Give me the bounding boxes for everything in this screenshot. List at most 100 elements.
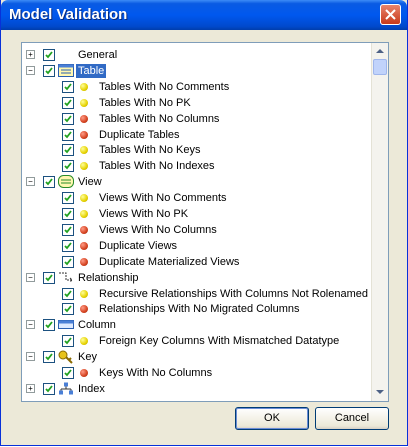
tree-group-general[interactable]: + General	[22, 47, 370, 63]
expand-icon[interactable]: +	[26, 50, 35, 59]
group-label[interactable]: View	[78, 175, 102, 189]
rule-checkbox[interactable]	[62, 223, 74, 236]
rule-checkbox[interactable]	[62, 208, 74, 220]
error-severity-icon	[80, 369, 88, 377]
rule-checkbox[interactable]	[62, 192, 74, 205]
rule-label: Views With No Columns	[99, 223, 217, 236]
tree-item[interactable]: Views With No Comments	[22, 190, 370, 206]
tree-item[interactable]: Foreign Key Columns With Mismatched Data…	[22, 333, 370, 349]
rule-label: Duplicate Tables	[99, 128, 180, 141]
ok-button[interactable]: OK	[235, 407, 309, 430]
warning-severity-icon	[80, 82, 88, 91]
error-severity-icon	[80, 225, 88, 234]
tree-group-table[interactable]: − Table	[22, 63, 370, 79]
tree-item[interactable]: Recursive Relationships With Columns Not…	[22, 286, 370, 302]
dialog-title: Model Validation	[9, 6, 128, 23]
expand-icon[interactable]: +	[26, 383, 35, 393]
warning-severity-icon	[80, 289, 88, 298]
tree-group-view[interactable]: − View	[22, 174, 370, 190]
relationship-icon	[58, 271, 74, 284]
rule-checkbox[interactable]	[62, 144, 74, 157]
tree-item[interactable]: Views With No PK	[22, 206, 370, 222]
close-button[interactable]	[380, 4, 401, 25]
error-severity-icon	[80, 114, 88, 123]
group-checkbox[interactable]	[43, 271, 55, 284]
tree-item[interactable]: Tables With No Keys	[22, 142, 370, 158]
tree-item[interactable]: Tables With No PK	[22, 95, 370, 111]
group-checkbox[interactable]	[43, 176, 55, 189]
tree-group-key[interactable]: − Key	[22, 349, 370, 365]
rule-label: Tables With No Columns	[99, 112, 220, 125]
tree-group-relationship[interactable]: − Relationship	[22, 270, 370, 286]
group-checkbox[interactable]	[43, 319, 55, 332]
validation-tree[interactable]: + General − Table Tables With No Comments Tab…	[21, 42, 389, 402]
collapse-icon[interactable]: −	[26, 65, 35, 75]
group-label[interactable]: Column	[78, 318, 116, 332]
rule-checkbox[interactable]	[62, 239, 74, 252]
rule-label: Duplicate Materialized Views	[99, 255, 240, 268]
column-icon	[58, 318, 74, 331]
rule-checkbox[interactable]	[62, 255, 74, 268]
rule-checkbox[interactable]	[62, 80, 74, 93]
group-label[interactable]: Index	[78, 382, 105, 396]
error-severity-icon	[80, 130, 88, 139]
error-severity-icon	[80, 241, 88, 250]
tree-item[interactable]: Relationships With No Migrated Columns	[22, 301, 370, 317]
rule-checkbox[interactable]	[62, 287, 74, 300]
none-icon	[58, 48, 74, 61]
rule-label: Recursive Relationships With Columns Not…	[99, 287, 369, 300]
rule-checkbox[interactable]	[62, 335, 74, 348]
collapse-icon[interactable]: −	[26, 352, 35, 362]
collapse-icon[interactable]: −	[26, 320, 35, 330]
vertical-scrollbar[interactable]	[371, 43, 388, 401]
title-bar: Model Validation	[1, 0, 407, 30]
tree-item[interactable]: Duplicate Views	[22, 238, 370, 254]
collapse-icon[interactable]: −	[26, 272, 35, 282]
rule-checkbox[interactable]	[62, 303, 74, 316]
rule-checkbox[interactable]	[62, 96, 74, 109]
group-label[interactable]: Table	[76, 63, 107, 78]
key-icon	[58, 350, 74, 364]
rule-label: Duplicate Views	[99, 239, 178, 252]
rule-label: Keys With No Columns	[99, 367, 213, 379]
table-icon	[58, 63, 74, 77]
cancel-button[interactable]: Cancel	[315, 407, 389, 430]
rule-checkbox[interactable]	[62, 367, 74, 379]
group-label[interactable]: Relationship	[78, 271, 139, 285]
group-checkbox[interactable]	[43, 351, 55, 364]
tree-item[interactable]: Tables With No Comments	[22, 79, 370, 95]
rule-checkbox[interactable]	[62, 160, 74, 173]
scroll-up-icon[interactable]	[374, 45, 386, 57]
tree-group-column[interactable]: − Column	[22, 317, 370, 333]
tree-item[interactable]: Duplicate Tables	[22, 127, 370, 143]
group-checkbox[interactable]	[43, 64, 55, 77]
tree-group-index[interactable]: + Index	[22, 381, 370, 397]
scroll-thumb[interactable]	[373, 59, 387, 75]
tree-item[interactable]: Views With No Columns	[22, 222, 370, 238]
group-checkbox[interactable]	[43, 49, 55, 61]
warning-severity-icon	[80, 98, 88, 107]
tree-item[interactable]: Keys With No Columns	[22, 365, 370, 381]
rule-label: Tables With No Indexes	[99, 160, 215, 173]
scroll-down-icon[interactable]	[374, 386, 386, 398]
model-validation-dialog: Model Validation + General − Table Tables Wi…	[0, 0, 408, 446]
close-icon	[385, 9, 396, 20]
rule-checkbox[interactable]	[62, 112, 74, 125]
rule-checkbox[interactable]	[62, 128, 74, 141]
rule-label: Tables With No PK	[99, 96, 191, 109]
group-label[interactable]: General	[78, 48, 117, 62]
error-severity-icon	[80, 257, 88, 266]
group-label[interactable]: Key	[78, 350, 97, 364]
warning-severity-icon	[80, 337, 88, 346]
tree-item[interactable]: Tables With No Columns	[22, 111, 370, 127]
collapse-icon[interactable]: −	[26, 177, 35, 187]
error-severity-icon	[80, 305, 88, 314]
tree-item[interactable]: Duplicate Materialized Views	[22, 254, 370, 270]
group-checkbox[interactable]	[43, 382, 55, 395]
warning-severity-icon	[80, 210, 88, 218]
rule-label: Relationships With No Migrated Columns	[99, 303, 300, 316]
index-icon	[58, 382, 74, 395]
view-icon	[58, 175, 74, 189]
rule-label: Tables With No Keys	[99, 144, 201, 157]
tree-item[interactable]: Tables With No Indexes	[22, 158, 370, 174]
